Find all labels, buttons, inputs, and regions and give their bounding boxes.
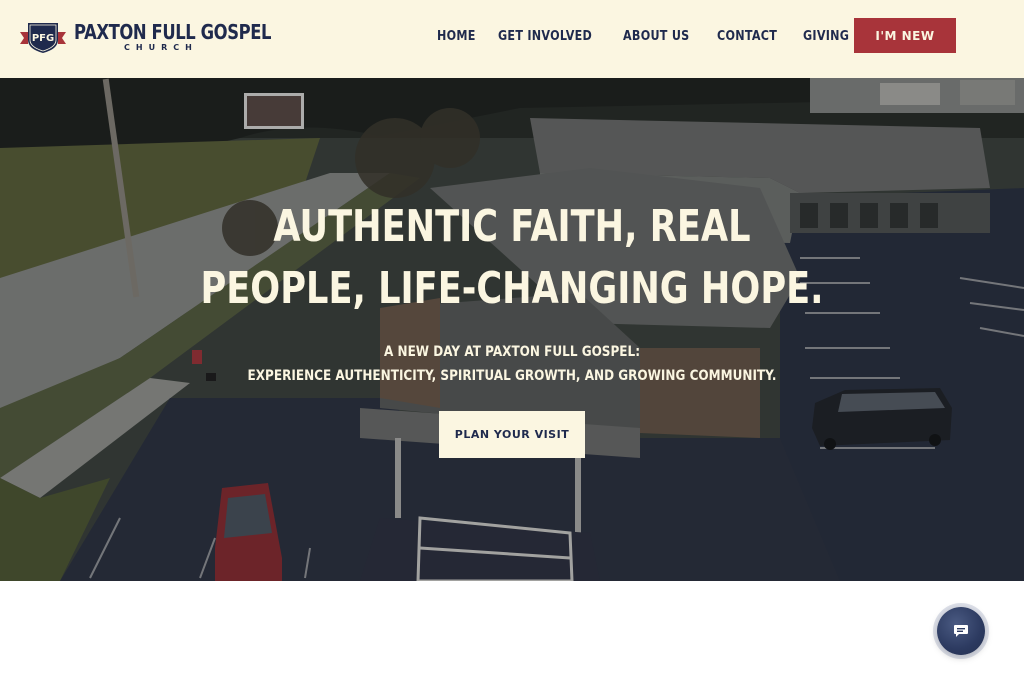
hero-subtitle-line2: EXPERIENCE AUTHENTICITY, SPIRITUAL GROWT… — [247, 368, 777, 384]
church-badge-icon: PFG — [20, 23, 66, 53]
hero-title: AUTHENTIC FAITH, REAL PEOPLE, LIFE-CHANG… — [0, 196, 1024, 320]
hero-content: AUTHENTIC FAITH, REAL PEOPLE, LIFE-CHANG… — [0, 78, 1024, 581]
logo-name: PAXTON FULL GOSPEL — [74, 20, 272, 44]
hero-title-line2: PEOPLE, LIFE-CHANGING HOPE. — [200, 263, 824, 314]
site-logo[interactable]: PFG PAXTON FULL GOSPEL CHURCH — [20, 20, 314, 54]
im-new-button[interactable]: I'M NEW — [854, 18, 956, 53]
nav-item-get-involved[interactable]: GET INVOLVED — [498, 29, 592, 44]
logo-subtitle: CHURCH — [124, 43, 198, 52]
badge-text: PFG — [32, 33, 54, 44]
chat-button[interactable] — [937, 607, 985, 655]
nav-item-home[interactable]: HOME — [437, 29, 476, 44]
hero-section: AUTHENTIC FAITH, REAL PEOPLE, LIFE-CHANG… — [0, 78, 1024, 581]
nav-item-about-us[interactable]: ABOUT US — [623, 29, 689, 44]
logo-text: PAXTON FULL GOSPEL CHURCH — [74, 22, 314, 52]
hero-title-line1: AUTHENTIC FAITH, REAL — [273, 201, 751, 252]
nav-item-contact[interactable]: CONTACT — [717, 29, 777, 44]
plan-your-visit-button[interactable]: PLAN YOUR VISIT — [439, 411, 585, 458]
hero-subtitle-line1: A NEW DAY AT PAXTON FULL GOSPEL: — [383, 344, 641, 360]
nav-item-giving[interactable]: GIVING — [803, 29, 849, 44]
content-section — [0, 581, 1024, 675]
site-header: PFG PAXTON FULL GOSPEL CHURCH HOME GET I… — [0, 0, 1024, 78]
hero-subtitle: A NEW DAY AT PAXTON FULL GOSPEL: EXPERIE… — [0, 340, 1024, 388]
main-nav: HOME GET INVOLVED ABOUT US CONTACT GIVIN… — [437, 29, 872, 44]
chat-bubble-icon — [954, 625, 968, 637]
